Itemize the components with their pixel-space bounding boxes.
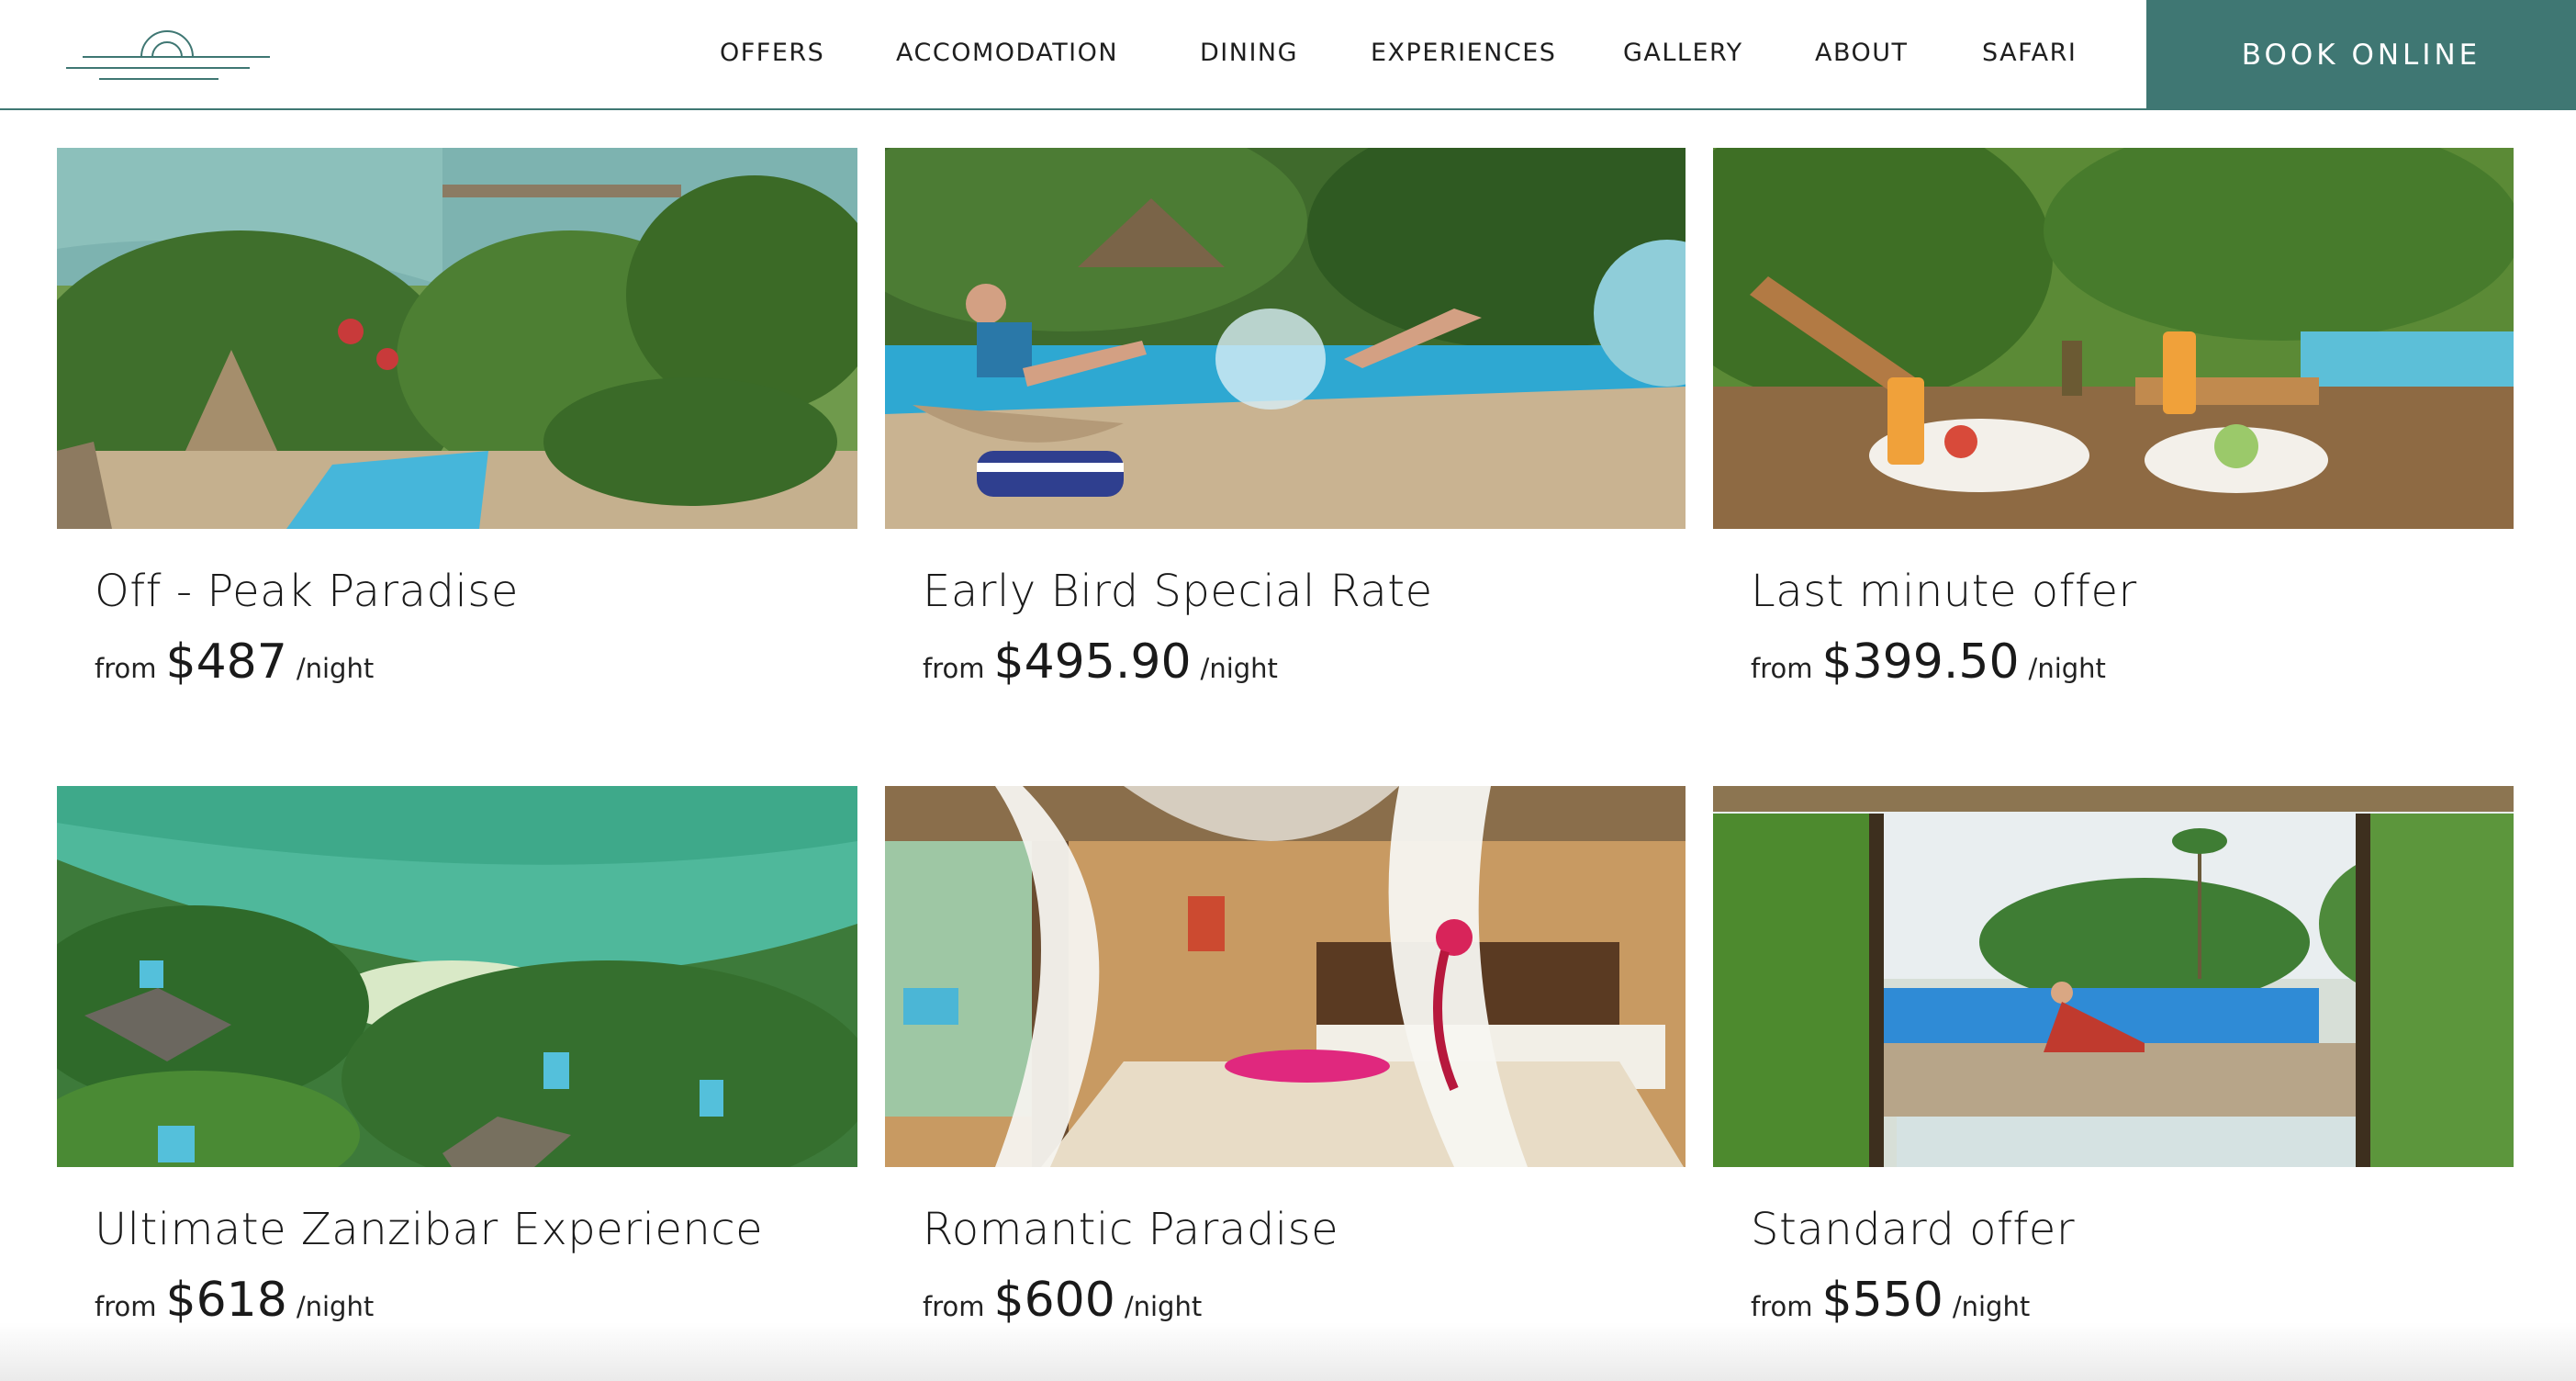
offer-price: from $618 /night	[95, 1273, 374, 1328]
nav-accommodation[interactable]: ACCOMODATION	[896, 39, 1118, 67]
price-from-label: from	[923, 653, 985, 684]
price-amount: $600	[993, 1273, 1115, 1328]
price-unit: /night	[1124, 1291, 1203, 1322]
bottom-fade	[0, 1322, 2576, 1381]
offer-image[interactable]	[885, 148, 1686, 529]
offer-image[interactable]	[57, 148, 857, 529]
price-amount: $399.50	[1821, 634, 2020, 690]
price-unit: /night	[296, 1291, 375, 1322]
logo-icon[interactable]	[57, 22, 277, 86]
price-unit: /night	[296, 653, 375, 684]
price-unit: /night	[1200, 653, 1278, 684]
nav-experiences[interactable]: EXPERIENCES	[1371, 39, 1556, 67]
offer-title[interactable]: Ultimate Zanzibar Experience	[95, 1204, 763, 1255]
offer-title[interactable]: Standard offer	[1751, 1204, 2075, 1255]
offer-image[interactable]	[57, 786, 857, 1167]
price-amount: $487	[165, 634, 287, 690]
offer-image[interactable]	[1713, 786, 2514, 1167]
price-from-label: from	[923, 1291, 985, 1322]
price-from-label: from	[1751, 653, 1813, 684]
price-from-label: from	[1751, 1291, 1813, 1322]
nav-offers[interactable]: OFFERS	[720, 39, 824, 67]
offer-card-early-bird[interactable]: Early Bird Special Rate from $495.90 /ni…	[885, 148, 1686, 690]
price-from-label: from	[95, 653, 157, 684]
offer-card-romantic[interactable]: Romantic Paradise from $600 /night	[885, 786, 1686, 1328]
offer-image[interactable]	[885, 786, 1686, 1167]
site-header: OFFERS ACCOMODATION DINING EXPERIENCES G…	[0, 0, 2576, 110]
price-unit: /night	[1952, 1291, 2031, 1322]
nav-gallery[interactable]: GALLERY	[1623, 39, 1743, 67]
offer-card-ultimate-zanzibar[interactable]: Ultimate Zanzibar Experience from $618 /…	[57, 786, 857, 1328]
offer-price: from $495.90 /night	[923, 634, 1278, 690]
offer-price: from $399.50 /night	[1751, 634, 2106, 690]
offer-card-standard[interactable]: Standard offer from $550 /night	[1713, 786, 2514, 1328]
price-amount: $550	[1821, 1273, 1943, 1328]
offer-title[interactable]: Off - Peak Paradise	[95, 566, 519, 617]
price-amount: $495.90	[993, 634, 1192, 690]
offer-image[interactable]	[1713, 148, 2514, 529]
offer-price: from $600 /night	[923, 1273, 1202, 1328]
nav-dining[interactable]: DINING	[1200, 39, 1298, 67]
offer-price: from $550 /night	[1751, 1273, 2030, 1328]
offer-title[interactable]: Last minute offer	[1751, 566, 2137, 617]
offer-card-last-minute[interactable]: Last minute offer from $399.50 /night	[1713, 148, 2514, 690]
book-online-button[interactable]: BOOK ONLINE	[2146, 0, 2576, 110]
offer-title[interactable]: Early Bird Special Rate	[923, 566, 1433, 617]
offer-price: from $487 /night	[95, 634, 374, 690]
nav-about[interactable]: ABOUT	[1815, 39, 1909, 67]
offer-card-off-peak[interactable]: Off - Peak Paradise from $487 /night	[57, 148, 857, 690]
offer-title[interactable]: Romantic Paradise	[923, 1204, 1338, 1255]
nav-safari[interactable]: SAFARI	[1982, 39, 2077, 67]
price-amount: $618	[165, 1273, 287, 1328]
price-unit: /night	[2028, 653, 2106, 684]
price-from-label: from	[95, 1291, 157, 1322]
